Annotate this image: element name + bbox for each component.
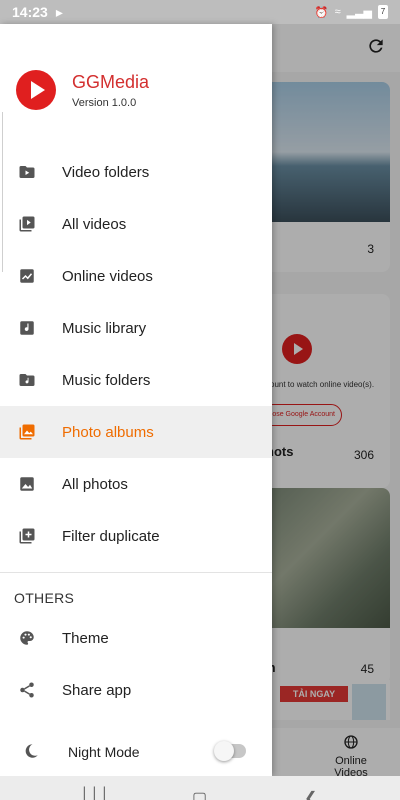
night-mode-icon: [25, 744, 38, 758]
app-version: Version 1.0.0: [72, 97, 137, 109]
video-folder-icon: [19, 166, 35, 178]
divider: [0, 572, 272, 573]
toggle-knob: [214, 741, 234, 761]
menu-item-label: Theme: [62, 629, 109, 647]
menu-item-label: Share app: [62, 681, 132, 699]
video-library-icon: [19, 216, 35, 232]
menu-item-all-photos[interactable]: All photos: [0, 458, 272, 510]
signal-icon: ▂▃▅: [346, 6, 372, 19]
night-mode-row: Night Mode: [0, 728, 272, 776]
music-note-icon: [20, 321, 34, 335]
notification-icon: ▸: [55, 3, 63, 20]
section-header-others: OTHERS: [14, 590, 75, 606]
menu-item-photo-albums[interactable]: Photo albums: [0, 406, 272, 458]
app-logo-icon: [16, 70, 56, 110]
recent-apps-button[interactable]: │││: [80, 788, 110, 800]
night-mode-toggle[interactable]: [214, 741, 246, 761]
status-time: 14:23: [12, 4, 48, 20]
status-bar: 14:23 ▸ ⏰ ≈ ▂▃▅ 7: [0, 0, 400, 24]
menu-item-label: Music library: [62, 319, 147, 337]
night-mode-label: Night Mode: [68, 744, 140, 760]
duplicate-icon: [19, 528, 35, 544]
menu-item-label: Online videos: [62, 267, 153, 285]
app-name: GGMedia: [72, 72, 150, 92]
battery-icon: 7: [378, 5, 388, 19]
drawer-header: GGMedia Version 1.0.0: [0, 24, 272, 134]
menu-item-all-videos[interactable]: All videos: [0, 198, 272, 250]
home-button[interactable]: ▢: [192, 788, 207, 800]
menu-item-label: Photo albums: [62, 423, 154, 441]
palette-icon: [20, 631, 34, 645]
menu-item-label: Video folders: [62, 163, 150, 181]
menu-item-filter-duplicate[interactable]: Filter duplicate: [0, 510, 272, 562]
navigation-drawer: GGMedia Version 1.0.0 Video folders All …: [0, 24, 272, 776]
menu-item-label: Filter duplicate: [62, 527, 160, 545]
system-navigation-bar: │││ ▢ ❮: [0, 776, 400, 800]
menu-item-music-library[interactable]: Music library: [0, 302, 272, 354]
photo-album-icon: [19, 424, 35, 440]
trending-icon: [20, 269, 34, 283]
image-icon: [20, 477, 34, 491]
wifi-icon: ≈: [334, 6, 341, 18]
menu-item-music-folders[interactable]: Music folders: [0, 354, 272, 406]
menu-item-label: Music folders: [62, 371, 151, 389]
menu-item-label: All videos: [62, 215, 127, 233]
menu-item-theme[interactable]: Theme: [0, 612, 272, 664]
menu-item-online-videos[interactable]: Online videos: [0, 250, 272, 302]
share-icon: [20, 682, 34, 698]
menu-item-video-folders[interactable]: Video folders: [0, 146, 272, 198]
alarm-icon: ⏰: [314, 6, 329, 19]
music-folder-icon: [19, 374, 35, 386]
menu-item-label: All photos: [62, 475, 128, 493]
menu-item-share-app[interactable]: Share app: [0, 664, 272, 716]
back-button[interactable]: ❮: [304, 788, 317, 800]
